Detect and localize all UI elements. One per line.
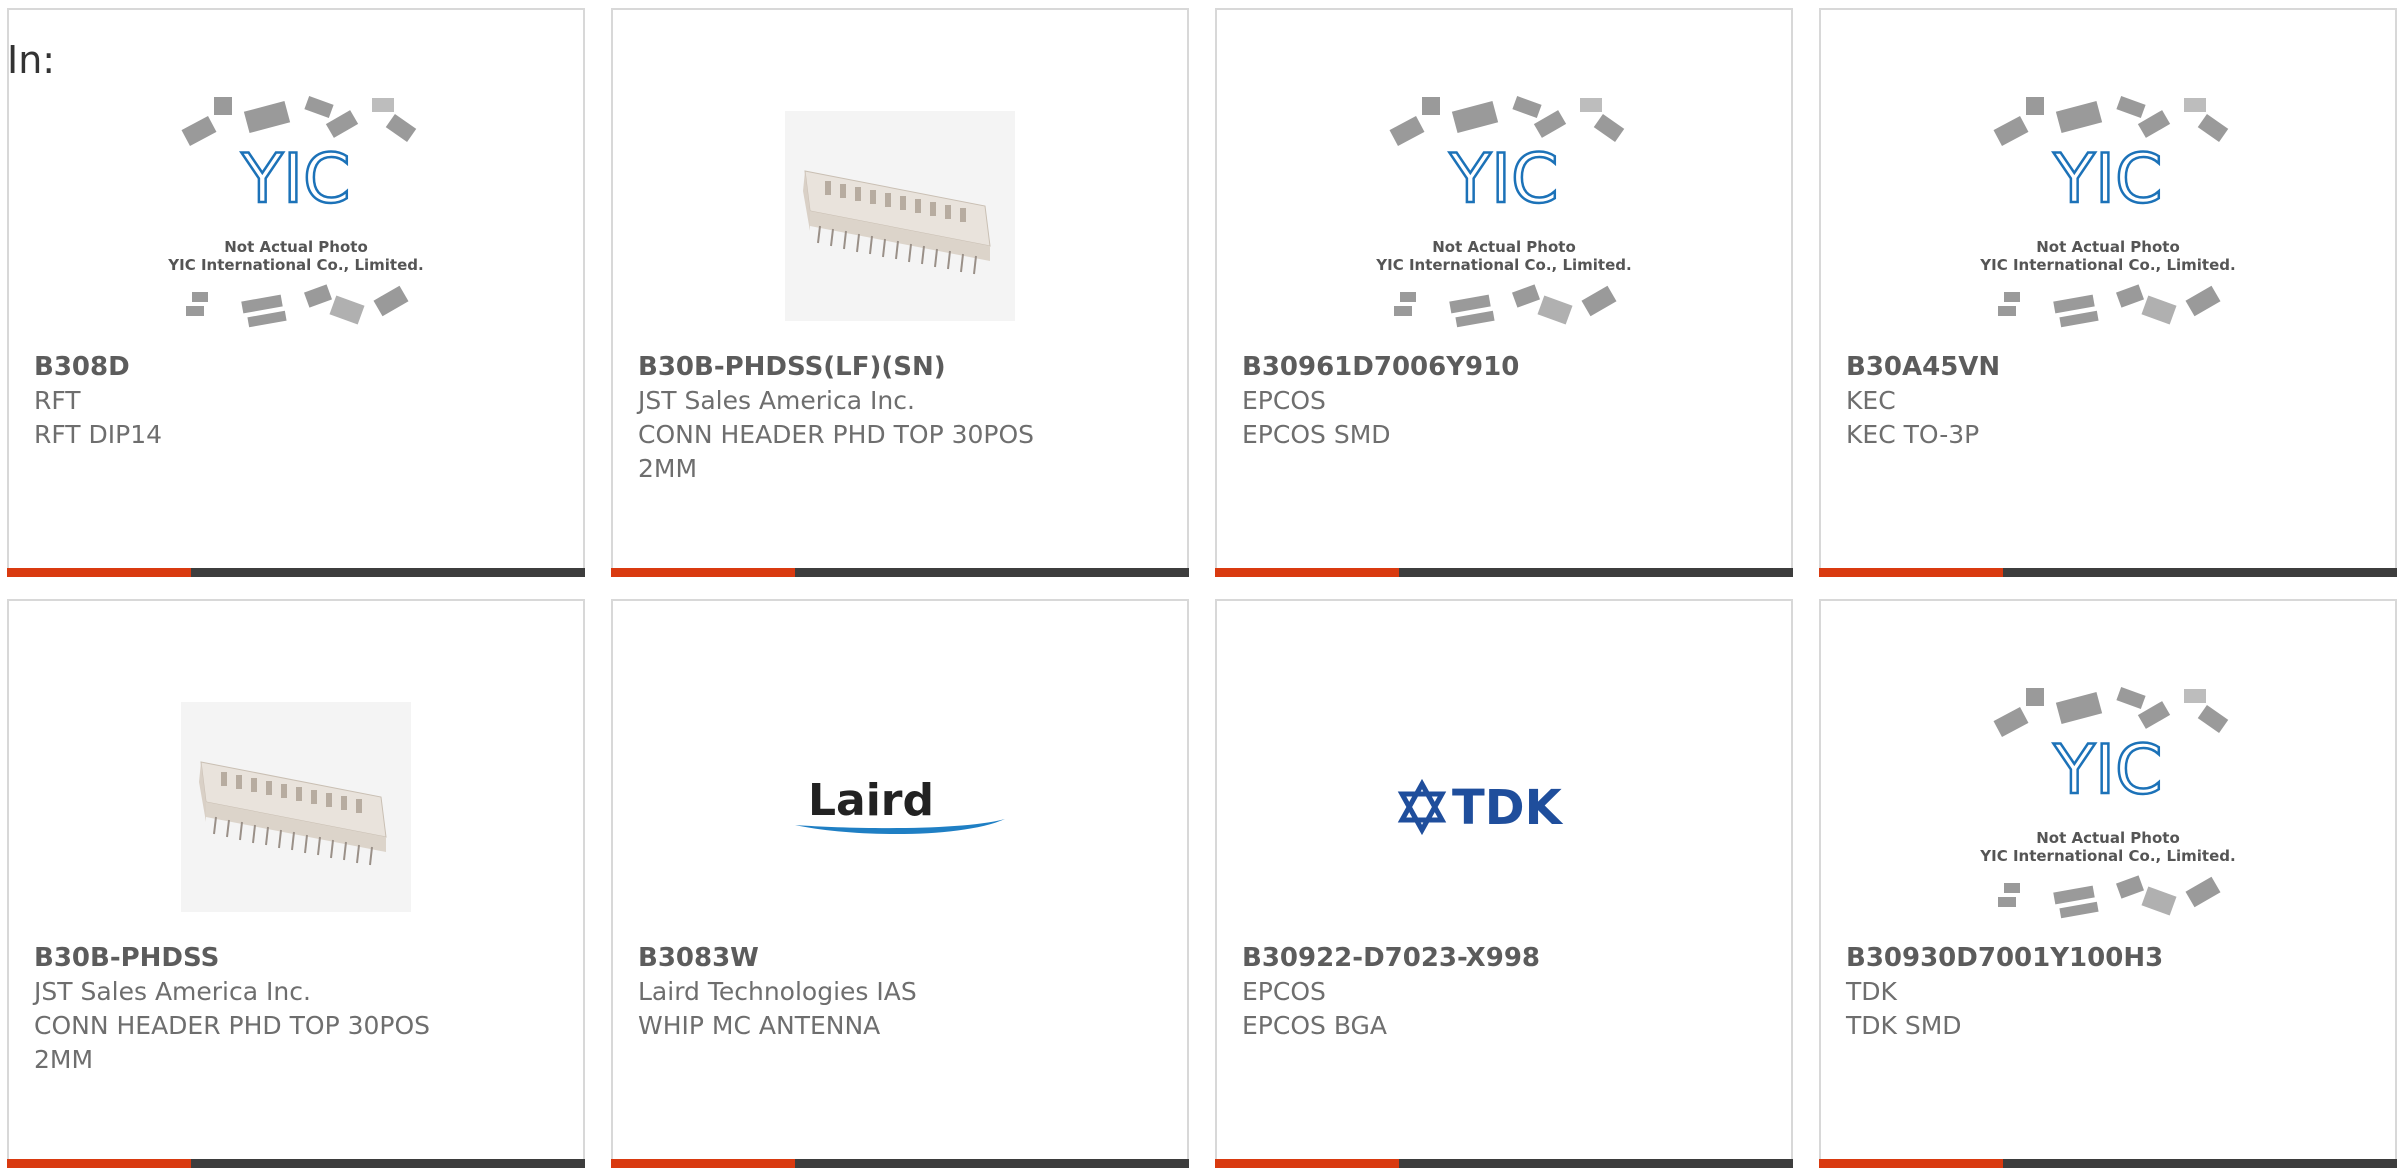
- manufacturer: TDK: [1846, 977, 1897, 1006]
- not-actual-photo-image: YIC Not Actual Photo YIC International C…: [1375, 95, 1632, 328]
- card-footer-bar: [1215, 568, 1793, 577]
- manufacturer: KEC: [1846, 386, 1896, 415]
- description: CONN HEADER PHD TOP 30POS 2MM: [34, 1011, 431, 1074]
- laird-logo-icon: Laird: [795, 775, 1005, 835]
- card-footer-bar: [1819, 568, 2397, 577]
- svg-text:YIC International Co., Limited: YIC International Co., Limited.: [167, 256, 423, 274]
- description: KEC TO-3P: [1846, 420, 1980, 449]
- card-footer-bar: [7, 568, 585, 577]
- description: TDK SMD: [1846, 1011, 1962, 1040]
- manufacturer: Laird Technologies IAS: [638, 977, 917, 1006]
- product-thumbnail[interactable]: YIC Not Actual Photo YIC International C…: [9, 80, 583, 352]
- product-card-b3083w[interactable]: Laird B3083W Laird Technologies IAS WHIP…: [611, 599, 1189, 1168]
- product-thumbnail[interactable]: YIC Not Actual Photo YIC International C…: [1821, 80, 2395, 352]
- card-footer-bar: [7, 1159, 585, 1168]
- description: EPCOS BGA: [1242, 1011, 1388, 1040]
- part-number-link[interactable]: B308D: [34, 350, 558, 384]
- card-footer-bar: [611, 1159, 1189, 1168]
- svg-text:Not Actual Photo: Not Actual Photo: [2036, 238, 2180, 256]
- svg-text:TDK: TDK: [1452, 780, 1564, 836]
- product-card-b30a45vn[interactable]: YIC Not Actual Photo YIC International C…: [1819, 8, 2397, 577]
- description: WHIP MC ANTENNA: [638, 1011, 881, 1040]
- card-footer-bar: [1819, 1159, 2397, 1168]
- part-number-link[interactable]: B30A45VN: [1846, 350, 2370, 384]
- part-number-link[interactable]: B30922-D7023-X998: [1242, 941, 1766, 975]
- part-number-link[interactable]: B30B-PHDSS: [34, 941, 558, 975]
- connector-header-image: [785, 111, 1015, 321]
- svg-text:Not Actual Photo: Not Actual Photo: [1432, 238, 1576, 256]
- manufacturer: JST Sales America Inc.: [638, 386, 915, 415]
- product-card-b30b-phdss-lf-sn[interactable]: B30B-PHDSS(LF)(SN) JST Sales America Inc…: [611, 8, 1189, 577]
- svg-text:YIC International Co., Limited: YIC International Co., Limited.: [1979, 256, 2235, 274]
- svg-text:Laird: Laird: [808, 775, 934, 826]
- part-number-link[interactable]: B3083W: [638, 941, 1162, 975]
- product-thumbnail[interactable]: [613, 80, 1187, 352]
- svg-text:YIC International Co., Limited: YIC International Co., Limited.: [1375, 256, 1631, 274]
- yic-logo-icon: YIC: [2052, 731, 2162, 810]
- product-card-b30930d7001y100h3[interactable]: YIC Not Actual Photo YIC International C…: [1819, 599, 2397, 1168]
- not-actual-photo-image: YIC Not Actual Photo YIC International C…: [1979, 95, 2236, 328]
- in-label: In:: [7, 38, 56, 82]
- description: CONN HEADER PHD TOP 30POS 2MM: [638, 420, 1035, 483]
- product-card-b30922-d7023-x998[interactable]: TDK B30922-D7023-X998 EPCOS EPCOS BGA: [1215, 599, 1793, 1168]
- part-number-link[interactable]: B30930D7001Y100H3: [1846, 941, 2370, 975]
- tdk-logo-icon: TDK: [1397, 778, 1564, 836]
- product-card-b308d[interactable]: YIC Not Actual Photo YIC International C…: [7, 8, 585, 577]
- connector-header-image: [181, 702, 411, 912]
- description: EPCOS SMD: [1242, 420, 1391, 449]
- part-number-link[interactable]: B30961D7006Y910: [1242, 350, 1766, 384]
- description: RFT DIP14: [34, 420, 163, 449]
- yic-logo-icon: YIC: [2052, 140, 2162, 219]
- manufacturer: EPCOS: [1242, 386, 1326, 415]
- product-thumbnail[interactable]: YIC Not Actual Photo YIC International C…: [1821, 671, 2395, 943]
- yic-logo-icon: YIC: [240, 140, 350, 219]
- product-card-b30961d7006y910[interactable]: YIC Not Actual Photo YIC International C…: [1215, 8, 1793, 577]
- not-actual-photo-image: YIC Not Actual Photo YIC International C…: [167, 95, 424, 328]
- product-grid: YIC Not Actual Photo YIC International C…: [0, 0, 2400, 1168]
- not-actual-photo-image: YIC Not Actual Photo YIC International C…: [1979, 686, 2236, 919]
- manufacturer: JST Sales America Inc.: [34, 977, 311, 1006]
- product-thumbnail[interactable]: [9, 671, 583, 943]
- part-number-link[interactable]: B30B-PHDSS(LF)(SN): [638, 350, 1162, 384]
- yic-logo-icon: YIC: [1448, 140, 1558, 219]
- product-thumbnail[interactable]: YIC Not Actual Photo YIC International C…: [1217, 80, 1791, 352]
- product-thumbnail[interactable]: Laird: [613, 671, 1187, 943]
- card-footer-bar: [611, 568, 1189, 577]
- product-thumbnail[interactable]: TDK: [1217, 671, 1791, 943]
- svg-text:YIC International Co., Limited: YIC International Co., Limited.: [1979, 847, 2235, 865]
- svg-text:Not Actual Photo: Not Actual Photo: [2036, 829, 2180, 847]
- manufacturer: RFT: [34, 386, 81, 415]
- svg-text:Not Actual Photo: Not Actual Photo: [224, 238, 368, 256]
- manufacturer: EPCOS: [1242, 977, 1326, 1006]
- card-footer-bar: [1215, 1159, 1793, 1168]
- product-card-b30b-phdss[interactable]: B30B-PHDSS JST Sales America Inc. CONN H…: [7, 599, 585, 1168]
